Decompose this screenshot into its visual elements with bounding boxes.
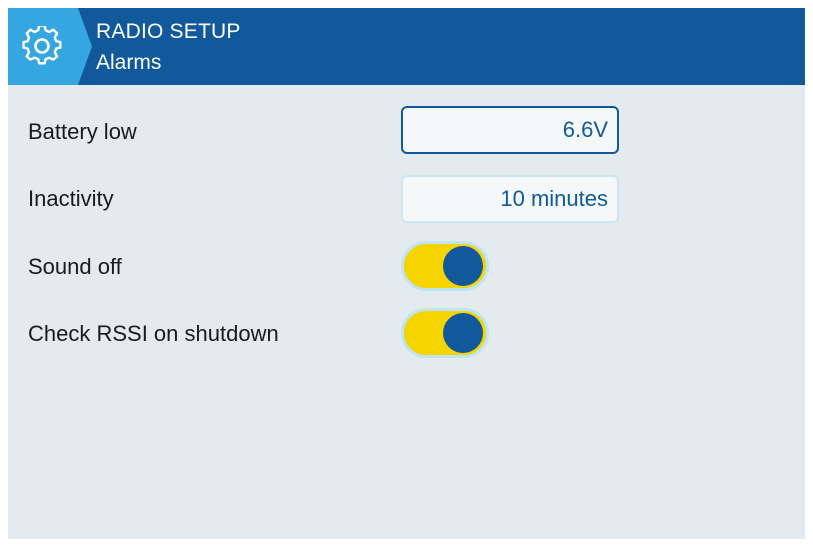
inactivity-field[interactable]: 10 minutes [401,175,619,223]
page-header: RADIO SETUP Alarms [8,8,805,85]
inactivity-label: Inactivity [28,186,114,211]
menu-icon-tab[interactable] [8,8,92,85]
page-subtitle: Alarms [96,51,162,74]
sound-off-toggle[interactable] [401,241,489,291]
radio-screen: RADIO SETUP Alarms Battery low 6.6V Inac… [8,8,805,539]
gear-icon [22,26,62,65]
battery-low-field[interactable]: 6.6V [401,106,619,154]
check-rssi-label: Check RSSI on shutdown [28,321,279,346]
page-title: RADIO SETUP [96,20,241,43]
toggle-knob [443,313,483,353]
battery-low-label: Battery low [28,119,137,144]
sound-off-label: Sound off [28,254,122,279]
toggle-knob [443,246,483,286]
check-rssi-toggle[interactable] [401,308,489,358]
